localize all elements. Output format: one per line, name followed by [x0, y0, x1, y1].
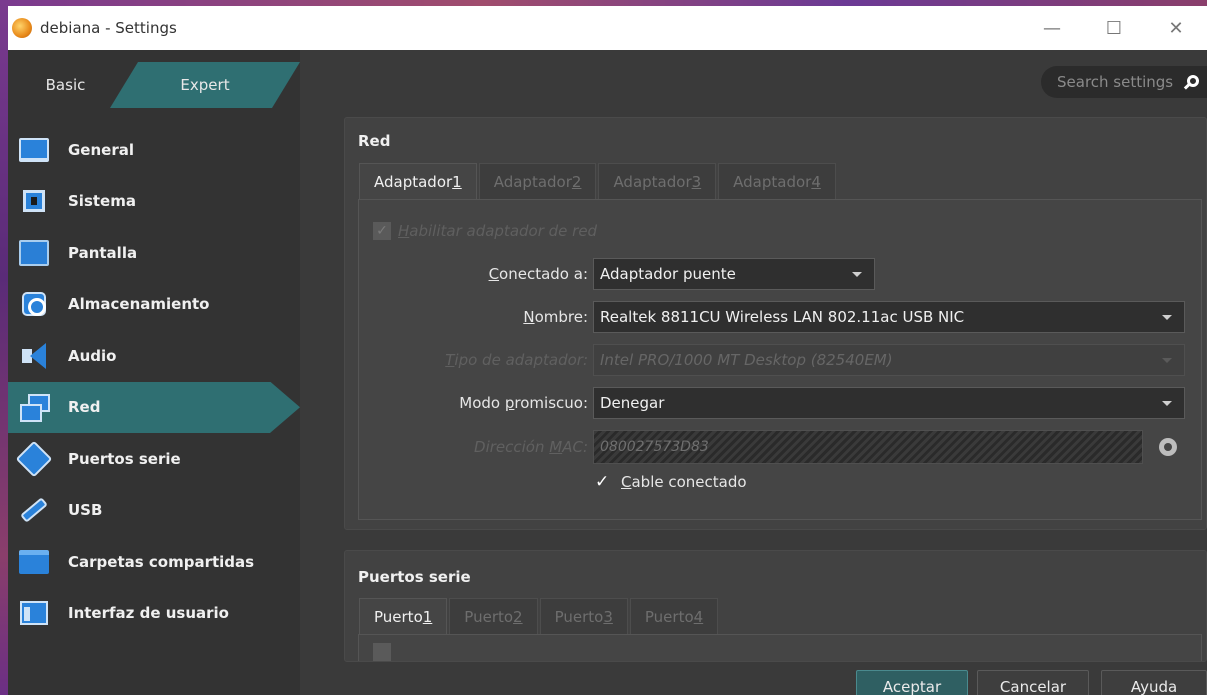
sidebar-item-label: Puertos serie: [68, 449, 181, 468]
mac-address-value: 080027573D83: [600, 439, 709, 455]
tab-adaptador-1[interactable]: Adaptador 1: [359, 163, 477, 199]
search-input[interactable]: Search settings: [1041, 66, 1207, 98]
adapter-type-row: Tipo de adaptador: Intel PRO/1000 MT Des…: [359, 344, 1185, 376]
chevron-down-icon: [1162, 401, 1172, 406]
usb-icon: [18, 495, 50, 525]
sidebar-item-usb[interactable]: USB: [8, 485, 300, 537]
adapter-type-value: Intel PRO/1000 MT Desktop (82540EM): [600, 351, 893, 369]
serial-ports-group: Puertos serie Puerto 1 Puerto 2 Puerto 3…: [344, 550, 1207, 662]
search-icon[interactable]: [1187, 75, 1199, 87]
monitor-icon: [18, 135, 50, 165]
sidebar-item-label: Audio: [68, 346, 117, 365]
tab-puerto-3[interactable]: Puerto 3: [539, 598, 628, 634]
sidebar-item-label: Interfaz de usuario: [68, 604, 229, 623]
adapter-tabs: Adaptador 1 Adaptador 2 Adaptador 3 Adap…: [359, 163, 838, 199]
chevron-down-icon: [1162, 358, 1172, 363]
check-icon: ✓: [373, 222, 391, 240]
adapter-panel: ✓ Habilitar adaptador de red Conectado a…: [358, 199, 1202, 520]
close-button[interactable]: ✕: [1145, 6, 1207, 50]
attached-to-value: Adaptador puente: [600, 265, 736, 283]
mac-row: Dirección MAC: 080027573D83: [359, 430, 1177, 464]
network-icon: [18, 392, 50, 423]
screen-icon: [18, 238, 50, 268]
sidebar-item-label: Red: [68, 398, 101, 417]
promiscuous-value: Denegar: [600, 394, 665, 412]
sidebar-item-label: Carpetas compartidas: [68, 552, 255, 571]
tab-basic[interactable]: Basic: [8, 62, 123, 108]
sidebar-item-interfaz-de-usuario[interactable]: Interfaz de usuario: [8, 588, 300, 640]
name-label: Nombre:: [523, 308, 588, 326]
refresh-mac-icon[interactable]: [1159, 438, 1177, 456]
mode-tabs: Basic Expert: [8, 50, 300, 124]
chip-icon: [18, 186, 50, 216]
serial-port-tabs: Puerto 1 Puerto 2 Puerto 3 Puerto 4: [359, 598, 720, 634]
promiscuous-label: Modo promiscuo:: [459, 394, 588, 412]
settings-main: Search settings Red Adaptador 1 Adaptado…: [300, 50, 1207, 695]
attached-to-row: Conectado a: Adaptador puente: [359, 258, 875, 290]
sidebar-item-red[interactable]: Red: [8, 382, 300, 434]
cable-connected-checkbox[interactable]: ✓ Cable conectado: [595, 472, 747, 492]
serial-port-icon: [15, 440, 53, 478]
sidebar-item-label: Almacenamiento: [68, 295, 210, 314]
accept-button[interactable]: Aceptar: [856, 670, 968, 695]
promiscuous-row: Modo promiscuo: Denegar: [359, 387, 1185, 419]
virtualbox-app-icon: [12, 18, 32, 38]
tab-expert[interactable]: Expert: [110, 62, 300, 108]
enable-serial-port-checkbox[interactable]: [373, 643, 391, 661]
adapter-type-label: Tipo de adaptador:: [445, 351, 588, 369]
title-bar: debiana - Settings — ☐ ✕: [8, 6, 1207, 50]
chevron-down-icon: [1162, 315, 1172, 320]
network-group: Red Adaptador 1 Adaptador 2 Adaptador 3 …: [344, 117, 1207, 530]
mac-address-field[interactable]: 080027573D83: [593, 430, 1143, 464]
speaker-icon: [18, 341, 50, 371]
tab-puerto-4[interactable]: Puerto 4: [629, 598, 719, 634]
enable-adapter-checkbox[interactable]: ✓ Habilitar adaptador de red: [373, 222, 597, 240]
chevron-down-icon: [852, 272, 862, 277]
mac-label: Dirección MAC:: [474, 438, 588, 456]
window-title: debiana - Settings: [40, 19, 177, 37]
attached-to-select[interactable]: Adaptador puente: [593, 258, 875, 290]
cable-connected-label: Cable conectado: [621, 473, 747, 491]
cancel-button[interactable]: Cancelar: [977, 670, 1089, 695]
desktop-background: [0, 0, 8, 695]
tab-puerto-1[interactable]: Puerto 1: [359, 598, 448, 634]
sidebar-item-label: Sistema: [68, 192, 136, 211]
folder-icon: [18, 547, 50, 577]
sidebar-item-carpetas-compartidas[interactable]: Carpetas compartidas: [8, 536, 300, 588]
serial-port-panel: [358, 634, 1202, 661]
sidebar: Basic Expert General Sistema Pantalla Al…: [8, 50, 300, 695]
enable-adapter-label: Habilitar adaptador de red: [398, 222, 598, 240]
search-placeholder: Search settings: [1057, 73, 1174, 91]
adapter-type-select[interactable]: Intel PRO/1000 MT Desktop (82540EM): [593, 344, 1185, 376]
sidebar-item-puertos-serie[interactable]: Puertos serie: [8, 433, 300, 485]
sidebar-item-general[interactable]: General: [8, 124, 300, 176]
settings-nav: General Sistema Pantalla Almacenamiento …: [8, 124, 300, 639]
maximize-button[interactable]: ☐: [1083, 6, 1145, 50]
user-interface-icon: [18, 598, 50, 628]
tab-adaptador-3[interactable]: Adaptador 3: [598, 163, 717, 199]
attached-to-label: Conectado a:: [488, 265, 588, 283]
check-icon: ✓: [595, 472, 610, 492]
disk-icon: [18, 289, 50, 319]
tab-puerto-2[interactable]: Puerto 2: [449, 598, 538, 634]
group-title: Red: [358, 132, 391, 150]
sidebar-item-sistema[interactable]: Sistema: [8, 176, 300, 228]
sidebar-item-almacenamiento[interactable]: Almacenamiento: [8, 279, 300, 331]
name-row: Nombre: Realtek 8811CU Wireless LAN 802.…: [359, 301, 1185, 333]
name-value: Realtek 8811CU Wireless LAN 802.11ac USB…: [600, 308, 965, 326]
sidebar-item-pantalla[interactable]: Pantalla: [8, 227, 300, 279]
help-button[interactable]: Ayuda: [1101, 670, 1207, 695]
sidebar-item-label: General: [68, 140, 134, 159]
tab-adaptador-4[interactable]: Adaptador 4: [718, 163, 836, 199]
minimize-button[interactable]: —: [1021, 6, 1083, 50]
name-select[interactable]: Realtek 8811CU Wireless LAN 802.11ac USB…: [593, 301, 1185, 333]
sidebar-item-audio[interactable]: Audio: [8, 330, 300, 382]
tab-adaptador-2[interactable]: Adaptador 2: [478, 163, 597, 199]
window-controls: — ☐ ✕: [1021, 6, 1207, 50]
sidebar-item-label: USB: [68, 501, 103, 520]
promiscuous-select[interactable]: Denegar: [593, 387, 1185, 419]
sidebar-item-label: Pantalla: [68, 243, 138, 262]
group-title: Puertos serie: [358, 568, 471, 586]
